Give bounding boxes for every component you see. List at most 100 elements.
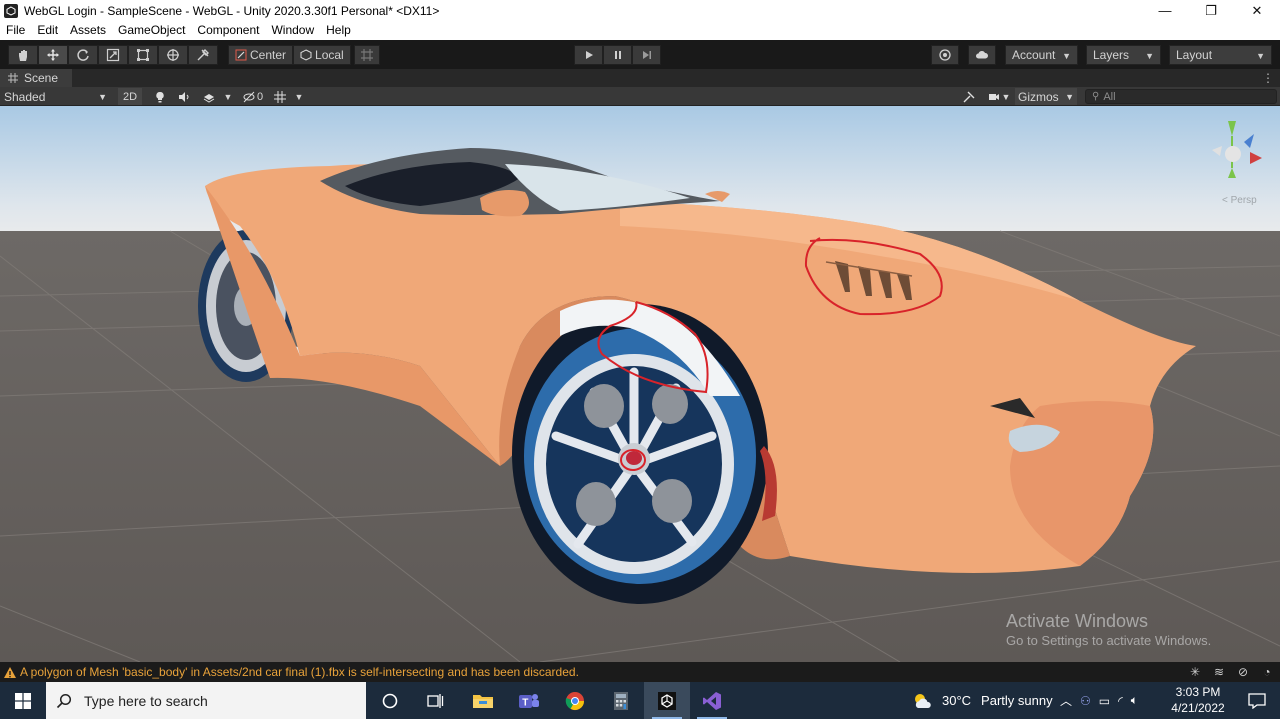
visual-studio-button[interactable] (689, 682, 735, 719)
camera-dropdown[interactable]: ▼ (984, 88, 1014, 105)
debug-mode-icon[interactable]: ⊘ (1236, 665, 1250, 679)
window-titlebar: WebGL Login - SampleScene - WebGL - Unit… (0, 0, 1280, 21)
taskbar-clock[interactable]: 3:03 PM 4/21/2022 (1170, 684, 1226, 716)
chevron-up-icon[interactable]: ︿ (1060, 692, 1072, 709)
minimize-button[interactable]: — (1142, 0, 1188, 21)
visual-studio-icon (703, 691, 721, 710)
pivot-space-button[interactable]: Local (293, 45, 351, 65)
clock-time: 3:03 PM (1175, 685, 1221, 699)
step-button[interactable] (632, 45, 661, 65)
battery-icon[interactable]: ▭ (1099, 694, 1110, 708)
unity-icon (658, 691, 676, 710)
partly-sunny-icon (915, 693, 931, 708)
wifi-icon[interactable]: ◜ (1118, 694, 1123, 708)
rotate-tool-icon[interactable] (68, 45, 98, 65)
shading-mode-label: Shaded (4, 89, 46, 104)
cortana-button[interactable] (367, 682, 413, 719)
taskbar-search-input[interactable]: Type here to search (46, 682, 366, 719)
teams-button[interactable]: T (506, 682, 552, 719)
menu-file[interactable]: File (0, 21, 31, 40)
play-button[interactable] (574, 45, 603, 65)
activate-windows-subtitle: Go to Settings to activate Windows. (1006, 633, 1212, 648)
toggle-2d-button[interactable]: 2D (118, 88, 142, 105)
scene-search-input[interactable]: ⚲ All (1085, 89, 1277, 104)
system-tray: ︿ ⚇ ▭ ◜ 🔈︎ (1060, 682, 1138, 719)
collab-icon[interactable] (931, 45, 959, 65)
transform-tool-icon[interactable] (158, 45, 188, 65)
layers-label: Layers (1093, 48, 1130, 62)
shading-mode-dropdown[interactable]: Shaded ▼ (0, 88, 113, 105)
maximize-button[interactable]: ❐ (1188, 0, 1234, 21)
grid-toggle-icon[interactable] (270, 88, 290, 105)
scene-viewport[interactable]: < Persp Activate Windows Go to Settings … (0, 106, 1280, 662)
camera-icon (988, 93, 999, 100)
status-message: A polygon of Mesh 'basic_body' in Assets… (20, 665, 579, 679)
play-icon (585, 51, 593, 59)
chevron-down-icon: ▼ (1001, 91, 1011, 102)
menu-help[interactable]: Help (320, 21, 357, 40)
layers-dropdown[interactable]: Layers ▼ (1086, 45, 1161, 65)
toggle-2d-label: 2D (122, 90, 138, 103)
custom-tool-icon[interactable] (188, 45, 218, 65)
weather-temp: 30°C (942, 693, 972, 708)
grid-snap-icon[interactable] (354, 45, 380, 65)
chevron-down-icon[interactable]: ▼ (222, 88, 234, 105)
chevron-down-icon: ▼ (1062, 51, 1071, 61)
window-title: WebGL Login - SampleScene - WebGL - Unit… (24, 3, 440, 18)
console-status-bar[interactable]: A polygon of Mesh 'basic_body' in Assets… (0, 662, 1280, 682)
transform-tools (8, 45, 218, 65)
chrome-icon (565, 691, 584, 710)
search-icon (56, 693, 72, 708)
pause-button[interactable] (603, 45, 632, 65)
activate-windows-watermark: Activate Windows Go to Settings to activ… (1006, 610, 1211, 649)
close-button[interactable]: ✕ (1234, 0, 1280, 21)
chevron-down-icon: ▼ (1065, 91, 1074, 102)
layout-dropdown[interactable]: Layout ▼ (1169, 45, 1272, 65)
rect-tool-icon[interactable] (128, 45, 158, 65)
task-view-button[interactable] (412, 682, 458, 719)
unity-taskbar-button[interactable] (644, 682, 690, 719)
menu-window[interactable]: Window (265, 21, 320, 40)
pivot-mode-button[interactable]: Center (228, 45, 294, 65)
file-explorer-button[interactable] (460, 682, 506, 719)
chrome-button[interactable] (552, 682, 598, 719)
tools-icon[interactable] (960, 88, 978, 105)
pivot-controls: Center Local (228, 45, 351, 65)
step-icon (642, 51, 651, 59)
start-button[interactable] (0, 682, 46, 719)
cloud-icon[interactable] (968, 45, 996, 65)
tab-scene-label: Scene (24, 71, 59, 85)
windows-logo-icon (15, 692, 31, 709)
scale-tool-icon[interactable] (98, 45, 128, 65)
activate-windows-title: Activate Windows (1006, 611, 1149, 631)
console-icon[interactable]: ◔ (1260, 665, 1274, 679)
teams-tray-icon[interactable]: ⚇ (1080, 694, 1091, 708)
hidden-objects-toggle[interactable]: 0 (240, 88, 266, 105)
tab-scene[interactable]: Scene (0, 69, 72, 87)
weather-widget[interactable]: 30°C Partly sunny (912, 682, 1053, 719)
scene-render: < Persp (0, 106, 1280, 662)
tab-menu-icon[interactable]: ⋮ (1262, 71, 1274, 85)
auto-generate-lighting-icon[interactable]: ✳ (1188, 665, 1202, 679)
hand-tool-icon[interactable] (8, 45, 38, 65)
weather-text: Partly sunny (981, 693, 1053, 708)
scene-view-toolbar: Shaded ▼ 2D ▼ 0 ▼ ▼ Gizmos ▼ ⚲ All (0, 87, 1280, 106)
lighting-toggle-icon[interactable] (149, 88, 171, 105)
effects-toggle-icon[interactable] (198, 88, 220, 105)
bake-icon[interactable]: ≋ (1212, 665, 1226, 679)
move-tool-icon[interactable] (38, 45, 68, 65)
calculator-button[interactable] (598, 682, 644, 719)
gizmos-dropdown[interactable]: Gizmos ▼ (1015, 88, 1077, 105)
notifications-button[interactable] (1234, 682, 1280, 719)
chevron-down-icon[interactable]: ▼ (292, 88, 306, 105)
menu-assets[interactable]: Assets (64, 21, 112, 40)
folder-icon (473, 694, 493, 708)
menu-edit[interactable]: Edit (31, 21, 64, 40)
menu-component[interactable]: Component (191, 21, 265, 40)
menu-gameobject[interactable]: GameObject (112, 21, 191, 40)
eye-slash-icon (243, 91, 255, 102)
audio-toggle-icon[interactable] (173, 88, 195, 105)
account-dropdown[interactable]: Account ▼ (1005, 45, 1078, 65)
pivot-space-label: Local (315, 48, 344, 62)
volume-icon[interactable]: 🔈︎ (1131, 693, 1138, 708)
